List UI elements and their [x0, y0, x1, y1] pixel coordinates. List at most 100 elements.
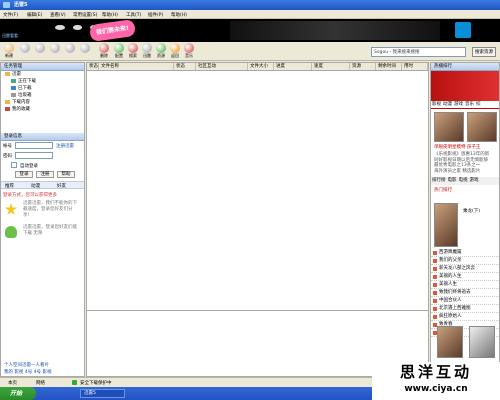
col-speed[interactable]: 速度 — [312, 63, 350, 70]
watermark-url: www.ciya.cn — [404, 384, 468, 394]
tab-games[interactable]: 游戏 — [453, 101, 464, 107]
tab-anime[interactable]: 动漫 — [442, 101, 453, 107]
title-bar: 迅雷5 — [0, 0, 500, 10]
list-item[interactable]: 疯狂原始人 — [431, 313, 499, 321]
bottom-link-1[interactable]: 个人空间迅雷一人看片 — [4, 362, 49, 368]
account-input[interactable] — [15, 142, 53, 149]
tab-friends[interactable]: 好友 — [57, 183, 66, 189]
menu-help1[interactable]: 帮助(H) — [102, 12, 118, 18]
help-button[interactable]: 帮助 — [57, 171, 75, 178]
register-button[interactable]: 注册 — [36, 171, 54, 178]
toolbar-resource-button[interactable]: 资源 — [154, 43, 168, 60]
menu-help2[interactable]: 帮助(H) — [171, 12, 187, 18]
toolbar-btn-6[interactable] — [78, 43, 92, 60]
col-status[interactable]: 状态 — [87, 63, 99, 70]
list-item[interactable]: 美丽人生 — [431, 281, 499, 289]
watermark-brand: 思洋互动 — [399, 363, 472, 381]
banner: 我们要未来! 迅雷看看 — [0, 18, 500, 43]
desc-line-1: 《乐视影视》恩惠13年的新 — [434, 152, 490, 157]
rank-tab-rank[interactable]: 排行榜 — [431, 177, 447, 183]
menu-tools[interactable]: 工具(T) — [126, 12, 141, 18]
star-photo-4[interactable] — [469, 326, 495, 358]
tree-downloading[interactable]: 正在下载 — [1, 78, 84, 85]
toolbar-btn-4[interactable] — [48, 43, 62, 60]
menu-edit[interactable]: 编辑(E) — [27, 12, 42, 18]
col-community[interactable]: 社区互动 — [196, 63, 248, 70]
register-link[interactable]: 注册迅雷 — [56, 143, 74, 149]
password-input[interactable] — [15, 152, 53, 159]
poster[interactable] — [434, 203, 458, 247]
col-state[interactable]: 状态 — [174, 63, 196, 70]
tips-title: 登录方式，您可以获得更多 — [3, 193, 57, 198]
main-panel: 状态 文件名称 状态 社区互动 文件大小 进度 速度 资源 剩余时间 用时 — [86, 62, 429, 377]
tree-content[interactable]: 下载内容 — [1, 99, 84, 106]
menu-view[interactable]: 查看(V) — [50, 12, 66, 18]
rank-tabs: 排行榜 电影 电视 游戏 — [431, 177, 499, 185]
tab-music[interactable]: 音乐 — [464, 101, 475, 107]
tree-trash[interactable]: 垃圾箱 — [1, 92, 84, 99]
app-icon — [3, 2, 10, 8]
window-title: 迅雷5 — [14, 2, 28, 8]
menu-file[interactable]: 文件(F) — [3, 12, 18, 18]
login-button[interactable]: 登录 — [15, 171, 33, 178]
menu-plugins[interactable]: 插件(P) — [148, 12, 163, 18]
tab-movies[interactable]: 影视 — [431, 101, 442, 107]
toolbar-xunlei-button[interactable]: 迅雷 — [140, 43, 154, 60]
rank-tab-movie[interactable]: 电影 — [447, 177, 458, 183]
rank-tab-tv[interactable]: 电视 — [458, 177, 469, 183]
task-table-header: 状态 文件名称 状态 社区互动 文件大小 进度 速度 资源 剩余时间 用时 — [87, 63, 428, 71]
desc: 《乐视影视》恩惠13年的新 同好影视日期以后无情能够 最优秀电影之13条之一 海外演员… — [434, 152, 498, 174]
rank-tab-game[interactable]: 游戏 — [469, 177, 480, 183]
toolbar-back-button[interactable]: 返回 — [168, 43, 182, 60]
list-item[interactable]: 致我们终将逝去 — [431, 289, 499, 297]
bottom-link-2[interactable]: 我的 影视 4号 4号 影视 — [4, 369, 51, 375]
right-banner[interactable] — [431, 71, 499, 101]
auto-login-checkbox[interactable] — [11, 162, 17, 168]
list-item[interactable]: 西游降魔篇 — [431, 249, 499, 257]
menu-settings[interactable]: 常用设置(S) — [73, 12, 97, 18]
taskbar-app[interactable]: 迅雷5 — [80, 389, 125, 398]
search-input[interactable]: Sogou - 我来搜来搜搜 — [371, 47, 466, 57]
toolbar-delete-button[interactable]: 删除 — [97, 43, 111, 60]
status-left: 本页 — [8, 381, 17, 386]
col-size[interactable]: 文件大小 — [248, 63, 274, 70]
tab-recommend[interactable]: 推荐 — [5, 183, 14, 189]
col-remaining[interactable]: 剩余时间 — [376, 63, 402, 70]
tab-anime[interactable]: 动漫 — [31, 183, 40, 189]
toolbar-music-button[interactable]: 音乐 — [182, 43, 196, 60]
list-item[interactable]: 新天龙八部之风云 — [431, 265, 499, 273]
star-photo-1[interactable] — [434, 112, 464, 142]
list-item[interactable]: 我们的父亲 — [431, 257, 499, 265]
toolbar-btn-5[interactable] — [63, 43, 77, 60]
toolbar-new-button[interactable]: 新建 — [2, 43, 16, 60]
shield-icon — [72, 380, 77, 385]
tree-favorites[interactable]: 我的收藏 — [1, 106, 84, 113]
toolbar-config-button[interactable]: 配置 — [112, 43, 126, 60]
task-header: 任务管理 — [1, 63, 84, 71]
tree-root[interactable]: 迅雷 — [1, 71, 84, 78]
list-item[interactable]: 美丽的人生 — [431, 273, 499, 281]
headline[interactable]: 单眼皮明星模特 孩子王 — [434, 144, 480, 150]
user-icon — [5, 226, 17, 238]
account-label: 帐号 — [3, 144, 12, 149]
featured-title[interactable]: 乘龙(下) — [463, 208, 480, 214]
tab-misc[interactable]: 综 — [475, 101, 482, 107]
star-photo-2[interactable] — [467, 112, 497, 142]
list-item[interactable]: 中国合伙人 — [431, 297, 499, 305]
tree-downloaded[interactable]: 已下载 — [1, 85, 84, 92]
col-resources[interactable]: 资源 — [350, 63, 376, 70]
toolbar-search-button[interactable]: 搜索 — [126, 43, 140, 60]
star-photo-3[interactable] — [437, 326, 463, 358]
col-elapsed[interactable]: 用时 — [402, 63, 428, 70]
list-item[interactable]: 北京遇上西雅图 — [431, 305, 499, 313]
col-filename[interactable]: 文件名称 — [99, 63, 174, 70]
hot-header: 热播排行 — [431, 63, 499, 71]
start-button[interactable]: 开始 — [0, 387, 36, 400]
search-button[interactable]: 搜索资源 — [472, 47, 496, 57]
toolbar-btn-2[interactable] — [18, 43, 32, 60]
status-mid: 网络 — [36, 381, 45, 386]
banner-ad[interactable] — [230, 21, 440, 40]
col-progress[interactable]: 进度 — [274, 63, 312, 70]
banner-badge[interactable]: 我们要未来! — [89, 18, 136, 43]
toolbar-btn-3[interactable] — [33, 43, 47, 60]
